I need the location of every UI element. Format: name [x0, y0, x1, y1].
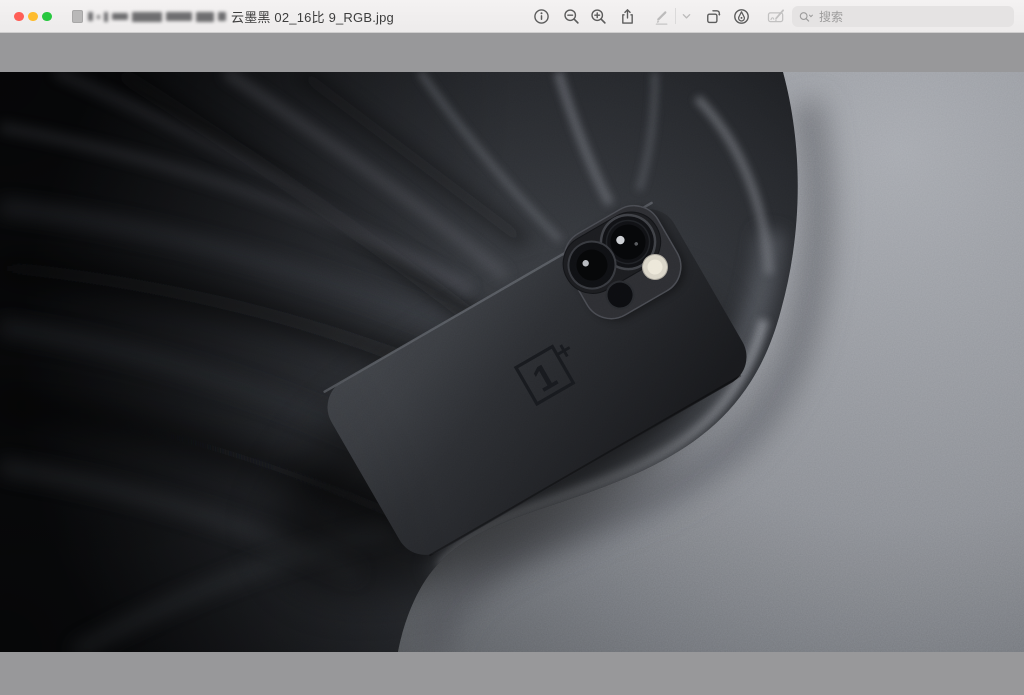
document-title-area: 云墨黑 02_16比 9_RGB.jpg	[72, 0, 394, 33]
document-icon[interactable]	[72, 10, 83, 23]
window-title: 云墨黑 02_16比 9_RGB.jpg	[231, 7, 394, 26]
fill-sign-button[interactable]	[763, 4, 788, 29]
zoom-window-button[interactable]	[42, 12, 52, 22]
share-icon	[619, 8, 636, 25]
share-button[interactable]	[615, 4, 640, 29]
search-input[interactable]	[817, 9, 1007, 25]
magnifier-minus-icon	[563, 8, 580, 25]
toolbar-divider	[675, 8, 676, 24]
image-canvas[interactable]: 1 +	[0, 72, 1024, 652]
redacted-filename	[88, 12, 226, 22]
search-field[interactable]	[792, 6, 1014, 27]
magnifier-plus-icon	[590, 8, 607, 25]
highlight-button[interactable]	[649, 4, 674, 29]
vignette-bottom-left	[0, 72, 1024, 652]
pen-circle-icon	[733, 8, 750, 25]
zoom-in-button[interactable]	[586, 4, 611, 29]
info-circle-icon	[533, 8, 550, 25]
close-button[interactable]	[14, 12, 24, 22]
window-controls	[14, 0, 52, 33]
rotate-left-button[interactable]	[701, 4, 726, 29]
viewer-background: 1 +	[0, 33, 1024, 694]
info-button[interactable]	[529, 4, 554, 29]
chevron-down-icon	[682, 12, 691, 21]
sign-icon	[767, 8, 785, 25]
markup-button[interactable]	[729, 4, 754, 29]
preview-window: 云墨黑 02_16比 9_RGB.jpg	[0, 0, 1024, 695]
titlebar: 云墨黑 02_16比 9_RGB.jpg	[0, 0, 1024, 33]
search-icon	[799, 11, 813, 23]
zoom-out-button[interactable]	[559, 4, 584, 29]
rotate-icon	[705, 8, 722, 25]
minimize-button[interactable]	[28, 12, 38, 22]
pencil-icon	[653, 8, 670, 25]
highlight-menu-button[interactable]	[678, 4, 694, 29]
